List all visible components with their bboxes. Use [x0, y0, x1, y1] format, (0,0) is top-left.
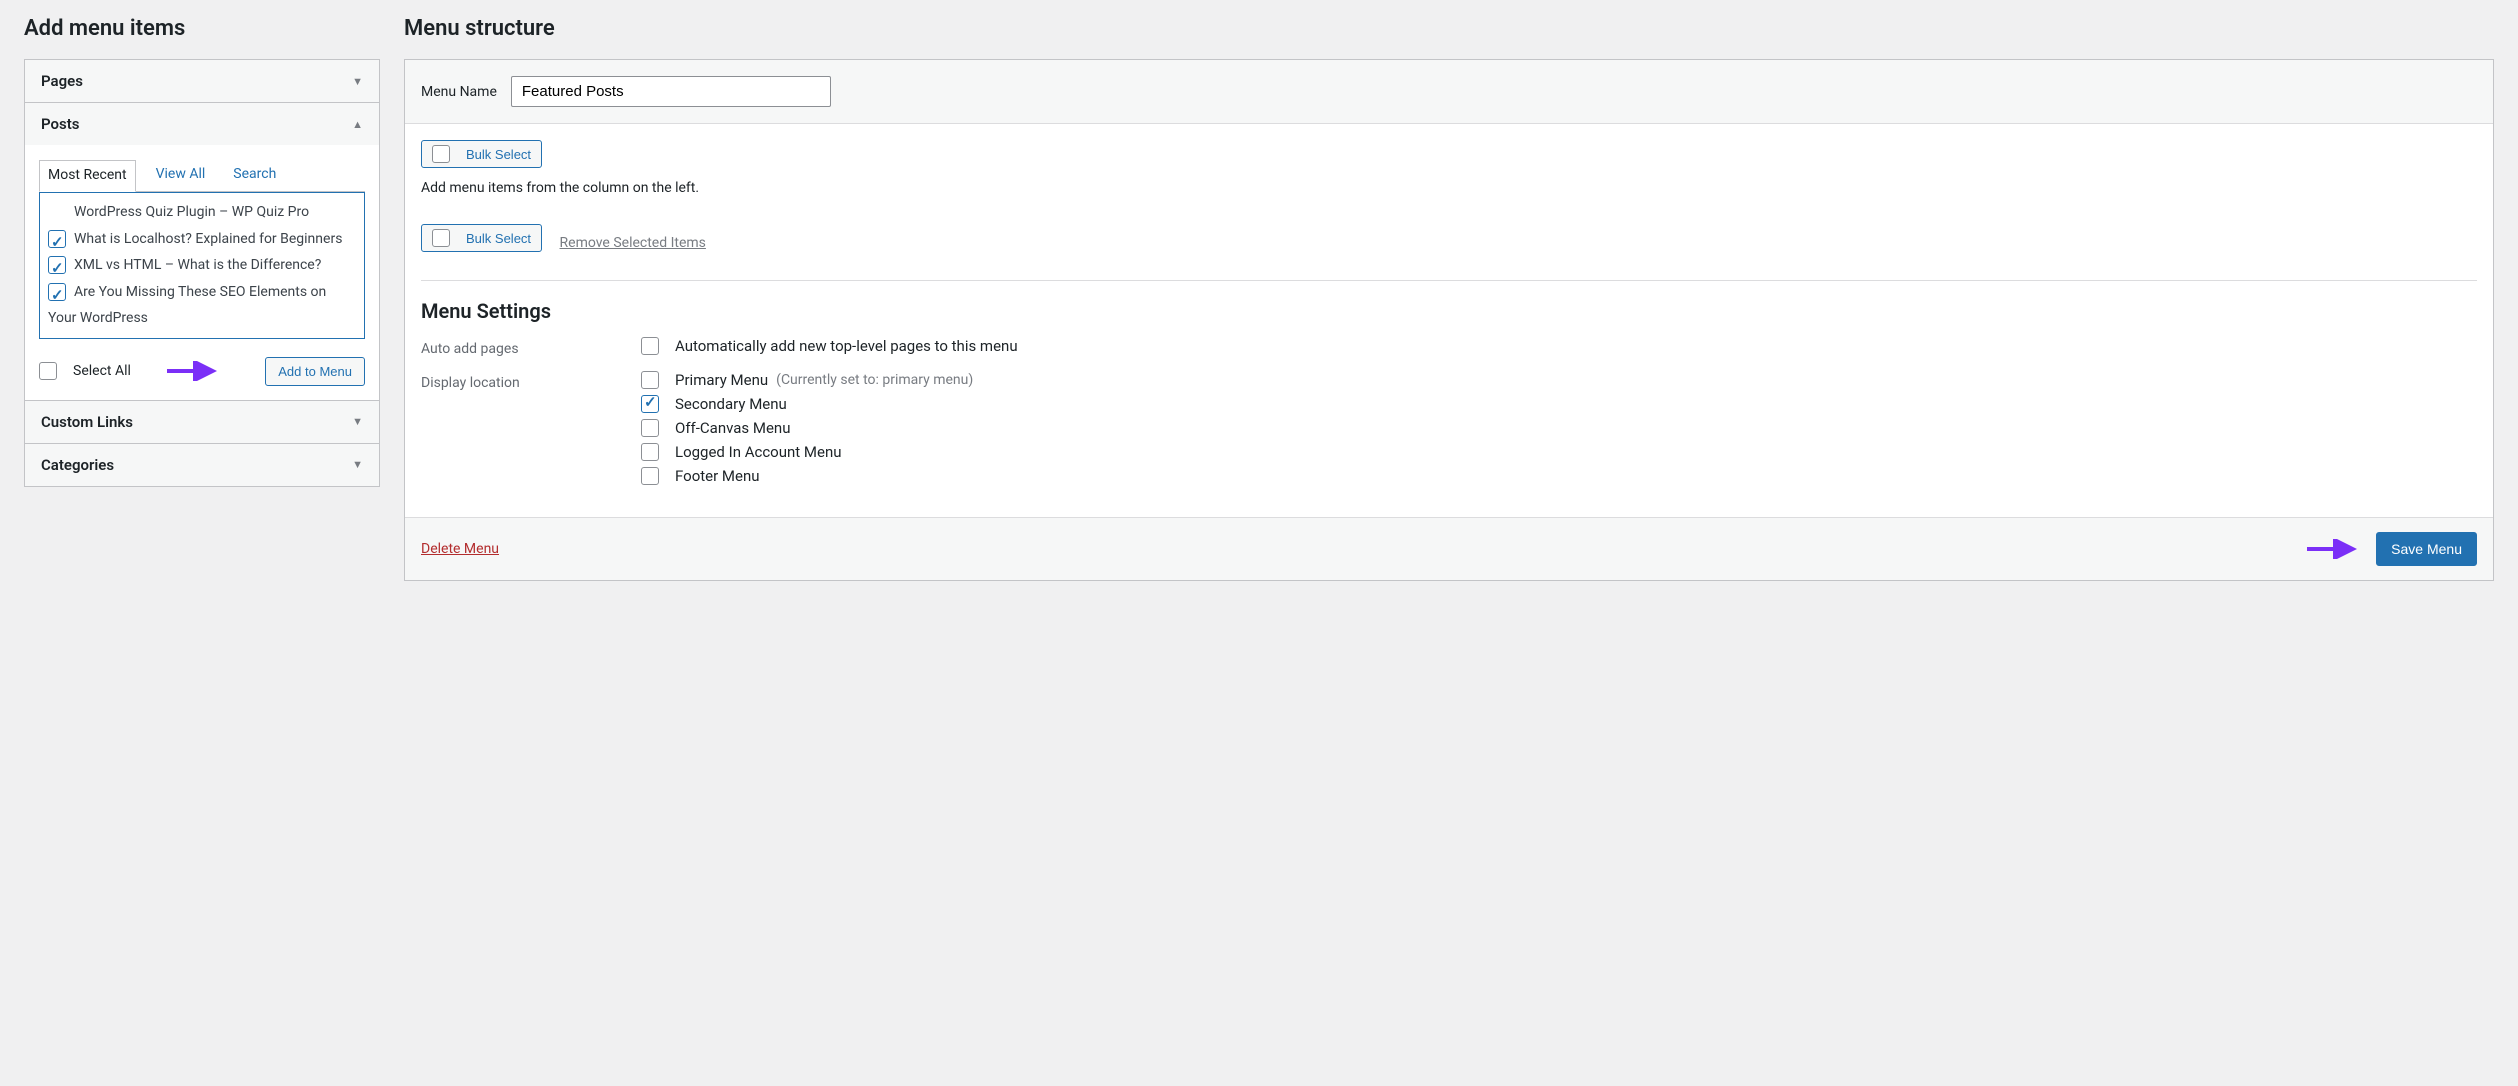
post-label: WordPress Quiz Plugin – WP Quiz Pro [74, 204, 309, 220]
post-item[interactable]: WordPress Quiz Plugin – WP Quiz Pro [48, 199, 356, 226]
checkbox-icon[interactable] [39, 362, 57, 380]
checkbox-icon[interactable] [641, 443, 659, 461]
callout-arrow-icon [165, 361, 221, 381]
add-to-menu-button[interactable]: Add to Menu [265, 357, 365, 386]
select-all[interactable]: Select All [39, 362, 131, 380]
checkbox-icon [432, 145, 450, 163]
location-label: Off-Canvas Menu [675, 419, 790, 437]
menu-structure-title: Menu structure [404, 16, 2494, 41]
caret-down-icon: ▼ [352, 415, 363, 428]
checkbox-icon[interactable] [641, 419, 659, 437]
checkbox-icon[interactable] [48, 256, 66, 274]
checkbox-icon[interactable] [48, 283, 66, 301]
add-items-panel: Pages ▼ Posts ▲ Most Recent View All Sea… [24, 59, 380, 487]
accordion-custom-links[interactable]: Custom Links ▼ [25, 401, 379, 443]
location-label: Logged In Account Menu [675, 443, 842, 461]
select-all-label: Select All [73, 363, 131, 379]
menu-name-label: Menu Name [421, 84, 497, 100]
location-loggedin[interactable]: Logged In Account Menu [641, 443, 2477, 461]
posts-list: WordPress Quiz Plugin – WP Quiz Pro What… [39, 192, 365, 339]
location-offcanvas[interactable]: Off-Canvas Menu [641, 419, 2477, 437]
checkbox-icon[interactable] [641, 337, 659, 355]
location-label: Secondary Menu [675, 395, 787, 413]
location-secondary[interactable]: Secondary Menu [641, 395, 2477, 413]
checkbox-icon[interactable] [48, 230, 66, 248]
location-primary[interactable]: Primary Menu (Currently set to: primary … [641, 371, 2477, 389]
bulk-select-label-2: Bulk Select [466, 231, 531, 246]
save-menu-button[interactable]: Save Menu [2376, 532, 2477, 566]
post-item[interactable]: XML vs HTML – What is the Difference? [48, 252, 356, 279]
bulk-select-label: Bulk Select [466, 147, 531, 162]
post-label: What is Localhost? Explained for Beginne… [74, 231, 342, 247]
checkbox-icon [432, 229, 450, 247]
accordion-categories[interactable]: Categories ▼ [25, 444, 379, 486]
accordion-posts-label: Posts [41, 115, 79, 133]
caret-up-icon: ▲ [352, 118, 363, 131]
menu-settings-title: Menu Settings [421, 299, 2477, 323]
posts-body: Most Recent View All Search WordPress Qu… [25, 145, 379, 400]
tab-view-all[interactable]: View All [148, 160, 214, 192]
accordion-pages-label: Pages [41, 72, 83, 90]
display-location-label: Display location [421, 371, 641, 391]
location-footer[interactable]: Footer Menu [641, 467, 2477, 485]
accordion-posts[interactable]: Posts ▲ [25, 103, 379, 145]
accordion-pages[interactable]: Pages ▼ [25, 60, 379, 102]
post-item[interactable]: What is Localhost? Explained for Beginne… [48, 226, 356, 253]
auto-add-option-label: Automatically add new top-level pages to… [675, 337, 1018, 355]
bulk-select-button[interactable]: Bulk Select [421, 140, 542, 168]
callout-arrow-icon [2298, 539, 2368, 559]
add-items-title: Add menu items [24, 16, 380, 41]
accordion-categories-label: Categories [41, 456, 114, 474]
menu-name-input[interactable] [511, 76, 831, 107]
bulk-select-button-2[interactable]: Bulk Select [421, 224, 542, 252]
checkbox-icon[interactable] [641, 467, 659, 485]
location-label: Primary Menu [675, 371, 768, 389]
post-item[interactable]: Are You Missing These SEO Elements on Yo… [48, 279, 356, 332]
checkbox-icon[interactable] [641, 371, 659, 389]
checkbox-icon[interactable] [641, 395, 659, 413]
delete-menu-link[interactable]: Delete Menu [421, 541, 499, 557]
tab-search[interactable]: Search [225, 160, 284, 192]
auto-add-label: Auto add pages [421, 337, 641, 357]
menu-edit-panel: Menu Name Bulk Select Add menu items fro… [404, 59, 2494, 581]
post-label: XML vs HTML – What is the Difference? [74, 257, 321, 273]
location-hint: (Currently set to: primary menu) [776, 372, 973, 388]
tab-most-recent[interactable]: Most Recent [39, 160, 136, 192]
auto-add-option[interactable]: Automatically add new top-level pages to… [641, 337, 2477, 355]
caret-down-icon: ▼ [352, 75, 363, 88]
empty-hint: Add menu items from the column on the le… [421, 180, 2477, 196]
accordion-custom-links-label: Custom Links [41, 413, 133, 431]
post-label: Are You Missing These SEO Elements on Yo… [48, 284, 326, 327]
location-label: Footer Menu [675, 467, 760, 485]
caret-down-icon: ▼ [352, 458, 363, 471]
remove-selected-link[interactable]: Remove Selected Items [560, 235, 706, 251]
divider [421, 280, 2477, 281]
